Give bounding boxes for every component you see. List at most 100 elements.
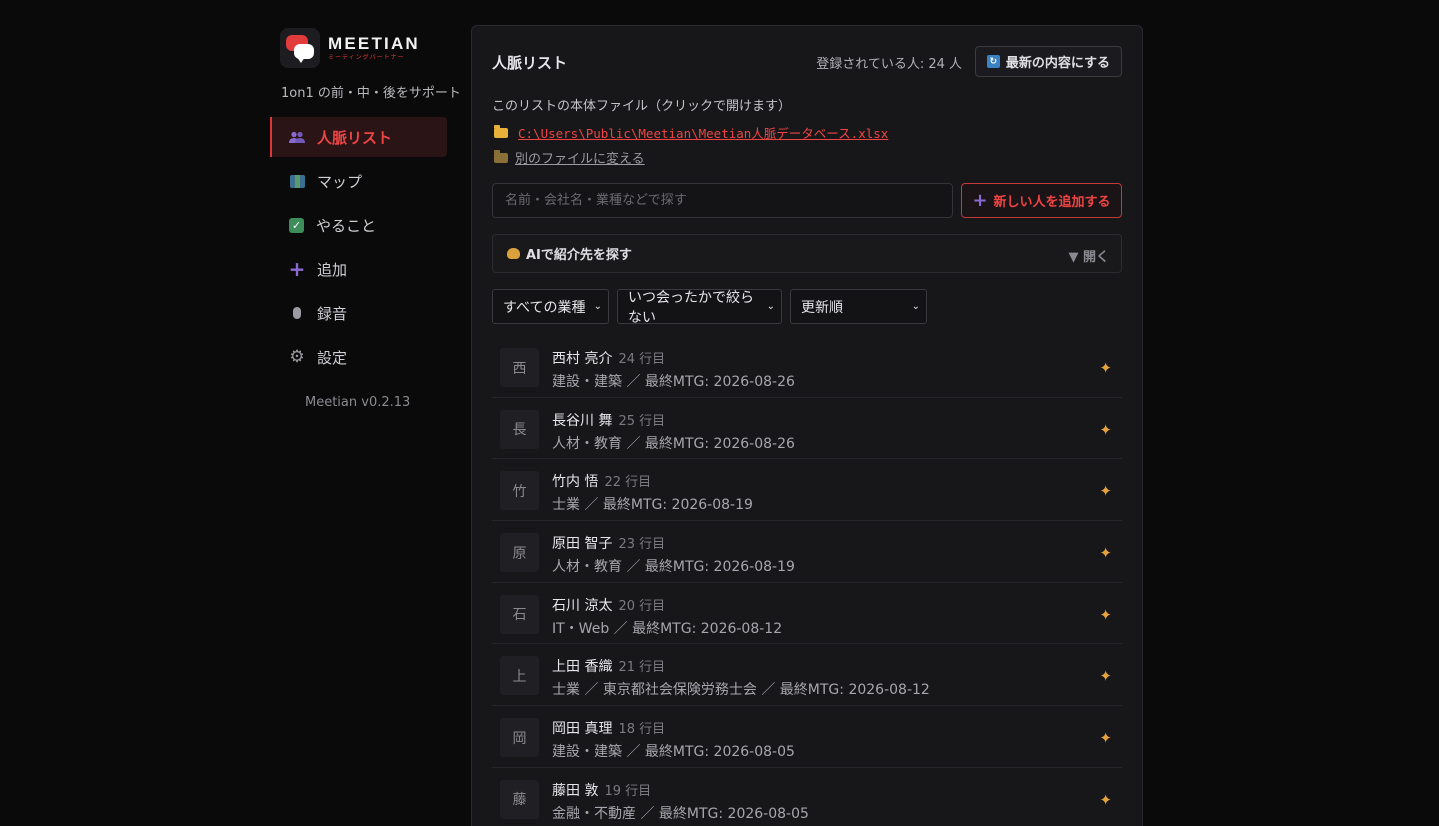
- sparkle-icon[interactable]: ✦: [1099, 606, 1112, 624]
- page-title: 人脈リスト: [492, 54, 568, 72]
- person-name: 原田 智子: [552, 536, 613, 553]
- list-item[interactable]: 上 上田 香織 21 行目 士業 ／ 東京都社会保険労務士会 ／ 最終MTG: 2…: [492, 644, 1122, 707]
- list-item[interactable]: 藤 藤田 敦 19 行目 金融・不動産 ／ 最終MTG: 2026-08-05 ✦: [492, 768, 1122, 826]
- sparkle-icon[interactable]: ✦: [1099, 667, 1112, 685]
- app-version: Meetian v0.2.13: [305, 395, 411, 410]
- list-item[interactable]: 石 石川 涼太 20 行目 IT・Web ／ 最終MTG: 2026-08-12 …: [492, 583, 1122, 645]
- brand: MEETIAN ミーティングパートナー: [280, 28, 420, 68]
- chevron-down-icon: ⌄: [766, 301, 775, 312]
- person-meta: 建設・建築 ／ 最終MTG: 2026-08-05: [552, 744, 795, 761]
- file-path: C:\Users\Public\Meetian\Meetian人脈データベース.…: [518, 126, 889, 141]
- filters: すべての業種 ⌄ いつ会ったかで絞らない ⌄ 更新順 ⌄: [492, 289, 935, 326]
- chevron-down-icon: ⌄: [593, 301, 602, 312]
- row-number: 25 行目: [618, 413, 666, 429]
- brand-name: MEETIAN: [328, 33, 420, 53]
- row-number: 22 行目: [604, 475, 652, 491]
- list-item[interactable]: 長 長谷川 舞 25 行目 人材・教育 ／ 最終MTG: 2026-08-26 ✦: [492, 398, 1122, 460]
- sparkle-icon[interactable]: ✦: [1099, 421, 1112, 439]
- sidebar-item-map[interactable]: マップ: [270, 161, 447, 201]
- sort-select[interactable]: 更新順 ⌄: [790, 289, 927, 324]
- list-item[interactable]: 竹 竹内 悟 22 行目 士業 ／ 最終MTG: 2026-08-19 ✦: [492, 459, 1122, 522]
- plus-icon: +: [288, 257, 306, 281]
- avatar: 藤: [500, 779, 539, 819]
- handshake-icon: [507, 248, 520, 259]
- tagline: 1on1 の前・中・後をサポート: [281, 86, 461, 101]
- avatar: 竹: [500, 471, 539, 511]
- person-name: 石川 涼太: [552, 597, 613, 614]
- sidebar-item-record[interactable]: 録音: [270, 293, 447, 333]
- avatar: 上: [500, 656, 539, 696]
- sidebar-item-label: マップ: [317, 172, 363, 191]
- search-input[interactable]: [492, 183, 953, 218]
- change-file-link[interactable]: 別のファイルに変える: [494, 148, 645, 167]
- sparkle-icon[interactable]: ✦: [1099, 729, 1112, 747]
- person-meta: 人材・教育 ／ 最終MTG: 2026-08-19: [552, 559, 795, 576]
- avatar: 石: [500, 594, 539, 634]
- avatar: 西: [500, 348, 539, 387]
- people-icon: [289, 129, 305, 145]
- sort-select-value: 更新順: [801, 299, 843, 316]
- row-number: 20 行目: [618, 598, 666, 614]
- contacts-panel: 人脈リスト 登録されている人: 24 人 ↻ 最新の内容にする このリストの本体…: [471, 25, 1143, 826]
- sparkle-icon[interactable]: ✦: [1099, 791, 1112, 809]
- sidebar-nav: 人脈リスト マップ ✓ やること + 追加 録音 ⚙ 設定: [270, 117, 447, 381]
- expand-toggle[interactable]: ▼ 開く: [1068, 246, 1109, 265]
- met-filter-select[interactable]: いつ会ったかで絞らない ⌄: [617, 289, 782, 326]
- add-person-button[interactable]: + 新しい人を追加する: [961, 183, 1122, 218]
- list-item[interactable]: 西 西村 亮介 24 行目 建設・建築 ／ 最終MTG: 2026-08-26 ✦: [492, 336, 1122, 398]
- person-meta: 金融・不動産 ／ 最終MTG: 2026-08-05: [552, 805, 809, 822]
- sidebar-item-label: 設定: [317, 348, 348, 367]
- sidebar: MEETIAN ミーティングパートナー 1on1 の前・中・後をサポート 人脈リ…: [270, 0, 461, 826]
- sparkle-icon[interactable]: ✦: [1099, 359, 1112, 377]
- met-filter-value: いつ会ったかで絞らない: [628, 289, 754, 326]
- person-name: 藤田 敦: [552, 782, 599, 799]
- person-name: 上田 香織: [552, 659, 613, 676]
- add-person-label: 新しい人を追加する: [993, 195, 1111, 210]
- sidebar-item-add[interactable]: + 追加: [270, 249, 447, 289]
- sparkle-icon[interactable]: ✦: [1099, 482, 1112, 500]
- refresh-button-label: 最新の内容にする: [1005, 56, 1111, 71]
- row-number: 24 行目: [618, 352, 666, 367]
- chevron-down-icon: ⌄: [911, 301, 920, 312]
- row-number: 19 行目: [604, 783, 652, 799]
- sidebar-item-label: 人脈リスト: [317, 128, 393, 147]
- sidebar-item-label: 追加: [317, 260, 348, 279]
- list-item[interactable]: 原 原田 智子 23 行目 人材・教育 ／ 最終MTG: 2026-08-19 ✦: [492, 521, 1122, 583]
- list-item[interactable]: 岡 岡田 真理 18 行目 建設・建築 ／ 最終MTG: 2026-08-05 ✦: [492, 706, 1122, 768]
- sidebar-item-label: やること: [316, 216, 377, 235]
- person-meta: 士業 ／ 最終MTG: 2026-08-19: [552, 497, 753, 514]
- sparkle-icon[interactable]: ✦: [1099, 544, 1112, 562]
- brand-subtitle: ミーティングパートナー: [328, 53, 405, 61]
- app: MEETIAN ミーティングパートナー 1on1 の前・中・後をサポート 人脈リ…: [0, 0, 1439, 826]
- file-caption: このリストの本体ファイル（クリックで開けます）: [492, 99, 792, 114]
- file-path-link[interactable]: C:\Users\Public\Meetian\Meetian人脈データベース.…: [494, 123, 888, 142]
- contact-list: 西 西村 亮介 24 行目 建設・建築 ／ 最終MTG: 2026-08-26 ✦…: [492, 336, 1122, 826]
- avatar: 岡: [500, 718, 539, 758]
- checkbox-icon: ✓: [289, 217, 304, 233]
- industry-select[interactable]: すべての業種 ⌄: [492, 289, 609, 324]
- ai-referral-label: AIで紹介先を探す: [526, 248, 632, 263]
- industry-select-value: すべての業種: [503, 299, 586, 316]
- sidebar-item-contacts[interactable]: 人脈リスト: [270, 117, 447, 157]
- change-file-label: 別のファイルに変える: [515, 152, 645, 167]
- gear-icon: ⚙: [289, 347, 305, 367]
- refresh-button[interactable]: ↻ 最新の内容にする: [975, 46, 1122, 77]
- person-name: 西村 亮介: [552, 351, 613, 367]
- person-name: 長谷川 舞: [552, 412, 613, 429]
- person-meta: 士業 ／ 東京都社会保険労務士会 ／ 最終MTG: 2026-08-12: [552, 682, 930, 699]
- row-number: 21 行目: [618, 660, 666, 676]
- person-meta: 人材・教育 ／ 最終MTG: 2026-08-26: [552, 435, 795, 452]
- avatar: 長: [500, 409, 539, 449]
- person-name: 竹内 悟: [552, 474, 599, 491]
- row-number: 18 行目: [618, 722, 666, 738]
- sidebar-item-todo[interactable]: ✓ やること: [270, 205, 447, 245]
- ai-referral-section[interactable]: AIで紹介先を探す ▼ 開く: [492, 234, 1122, 273]
- folder-icon: [494, 149, 508, 163]
- row-number: 23 行目: [618, 537, 666, 553]
- microphone-icon: [293, 307, 301, 319]
- sidebar-item-label: 録音: [317, 304, 348, 323]
- avatar: 原: [500, 533, 539, 573]
- folder-icon: [494, 124, 508, 138]
- sidebar-item-settings[interactable]: ⚙ 設定: [270, 337, 447, 377]
- person-meta: IT・Web ／ 最終MTG: 2026-08-12: [552, 620, 783, 637]
